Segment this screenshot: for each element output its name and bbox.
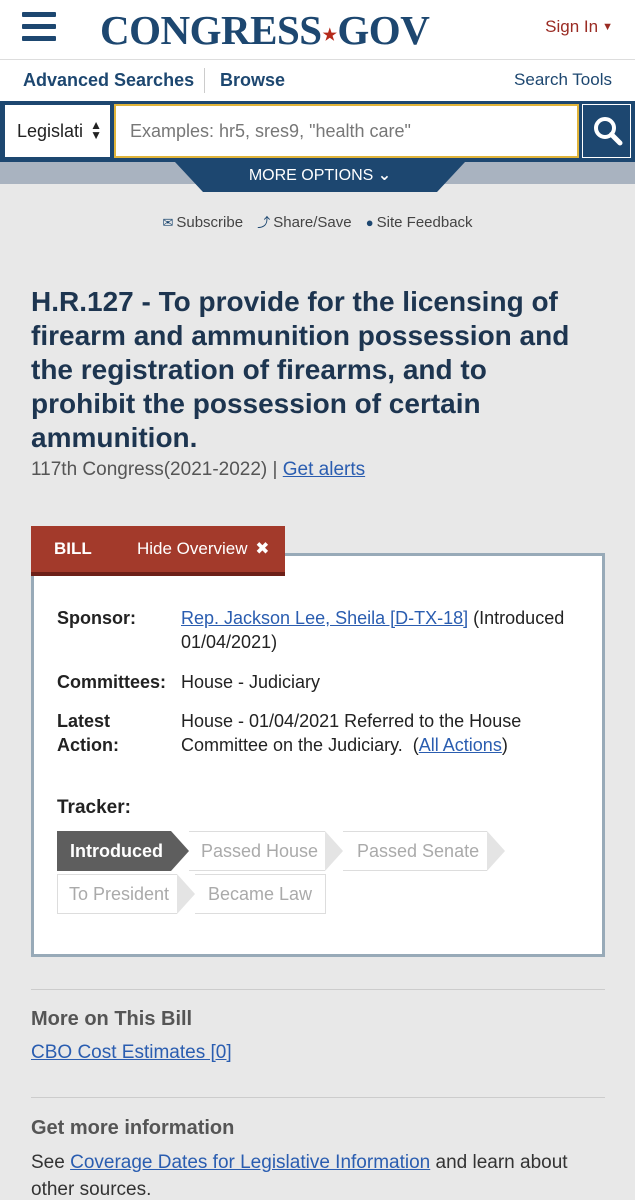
title-line: H.R.127 - To provide for the licensing o…: [31, 286, 558, 317]
latest-action-value: House - 01/04/2021 Referred to the House…: [181, 711, 522, 755]
menu-icon[interactable]: [22, 12, 56, 42]
sign-in-label: Sign In: [545, 17, 599, 36]
search-bar: Legislati ▲ ▼: [0, 101, 635, 162]
site-header: CONGRESS★GOV Sign In ▼: [0, 0, 635, 60]
sponsor-label: Sponsor:: [57, 608, 136, 628]
nav-divider: [204, 68, 205, 93]
subscribe-link[interactable]: ✉ Subscribe: [162, 214, 243, 231]
more-on-bill-heading: More on This Bill: [31, 1008, 193, 1030]
introduced-date: 01/04/2021): [181, 632, 278, 652]
congress-line: 117th Congress(2021-2022) | Get alerts: [31, 459, 365, 481]
congress-gov-logo[interactable]: CONGRESS★GOV: [100, 6, 430, 54]
tracker-chevron: [171, 831, 189, 871]
tracker-step-passed-house: Passed House: [189, 831, 325, 871]
site-feedback-link[interactable]: ● Site Feedback: [366, 214, 473, 231]
search-icon: [594, 117, 623, 146]
title-line: firearm and ammunition possession and: [31, 320, 570, 351]
envelope-icon: ✉: [162, 215, 174, 230]
hide-overview-button[interactable]: Hide Overview ✖: [137, 539, 270, 559]
title-line: prohibit the possession of certain: [31, 388, 481, 419]
tracker-chevron: [325, 831, 343, 871]
tracker-step-became-law: Became Law: [195, 874, 326, 914]
sign-in-button[interactable]: Sign In ▼: [545, 17, 613, 37]
share-icon: ⤴: [257, 215, 271, 230]
introduced-text: (Introduced: [473, 608, 565, 628]
sponsor-link[interactable]: Rep. Jackson Lee, Sheila [D-TX-18]: [181, 608, 468, 628]
section-divider: [31, 1097, 605, 1098]
secondary-nav: Advanced Searches Browse Search Tools: [0, 60, 635, 101]
sponsor-value: Rep. Jackson Lee, Sheila [D-TX-18] (Intr…: [181, 606, 581, 654]
committees-label: Committees:: [57, 672, 167, 692]
tracker-label: Tracker:: [57, 797, 131, 818]
cbo-cost-estimates-link[interactable]: CBO Cost Estimates [0]: [31, 1042, 232, 1064]
page-actions: ✉ Subscribe ⤴ Share/Save ● Site Feedback: [0, 212, 635, 232]
get-alerts-link[interactable]: Get alerts: [283, 459, 365, 480]
tracker-step-introduced: Introduced: [57, 831, 171, 871]
page-title: H.R.127 - To provide for the licensing o…: [31, 285, 611, 455]
tracker-step-to-president: To President: [57, 874, 177, 914]
bill-tab: BILL Hide Overview ✖: [31, 526, 285, 576]
tracker-step-passed-senate: Passed Senate: [343, 831, 487, 871]
logo-text-gov: GOV: [337, 7, 430, 53]
speech-bubble-icon: ●: [365, 215, 374, 230]
title-line: the registration of firearms, and to: [31, 354, 487, 385]
search-button[interactable]: [582, 104, 631, 158]
tracker-chevron: [177, 874, 195, 914]
section-divider: [31, 989, 605, 990]
title-line: ammunition.: [31, 422, 198, 453]
congress-session: 117th Congress(2021-2022): [31, 459, 268, 480]
logo-star-icon: ★: [322, 26, 337, 44]
separator: |: [272, 459, 278, 480]
tracker-chevron: [487, 831, 505, 871]
collection-select-value: Legislati: [17, 121, 84, 141]
share-save-link[interactable]: ⤴ Share/Save: [257, 212, 351, 231]
all-actions-link[interactable]: All Actions: [419, 735, 502, 755]
latest-action-label: Latest Action:: [57, 711, 119, 755]
caret-down-icon: ▼: [602, 21, 613, 33]
chevron-down-icon: ⌄: [377, 167, 392, 184]
browse-link[interactable]: Browse: [220, 70, 285, 91]
more-info-text: See Coverage Dates for Legislative Infor…: [31, 1152, 568, 1200]
close-icon: ✖: [255, 539, 270, 558]
select-arrows-icon: ▲ ▼: [90, 118, 102, 142]
more-info-heading: Get more information: [31, 1117, 235, 1139]
search-tools-link[interactable]: Search Tools: [514, 70, 612, 90]
committees-value: House - Judiciary: [181, 672, 321, 692]
more-options-label: MORE OPTIONS ⌄: [248, 167, 392, 184]
logo-text-congress: CONGRESS: [100, 7, 322, 53]
coverage-dates-link[interactable]: Coverage Dates for Legislative Informati…: [70, 1152, 430, 1173]
more-options-button[interactable]: MORE OPTIONS ⌄: [175, 162, 465, 192]
bill-tab-label: BILL: [54, 539, 92, 558]
collection-select[interactable]: Legislati ▲ ▼: [4, 104, 111, 158]
search-input[interactable]: [114, 104, 579, 158]
advanced-searches-link[interactable]: Advanced Searches: [23, 70, 194, 91]
